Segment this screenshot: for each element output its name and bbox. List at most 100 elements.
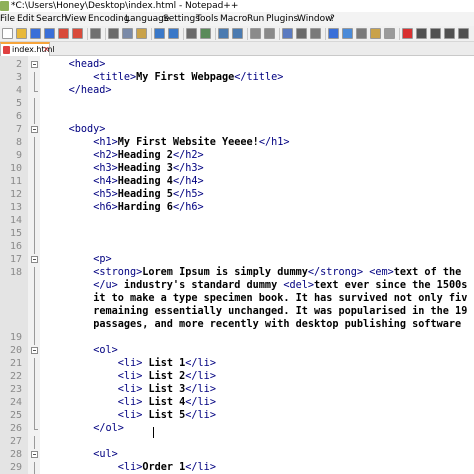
code-line[interactable]: remaining essentially unchanged. It was … [0, 305, 474, 319]
html-tag-token: <h2> [93, 150, 118, 161]
close-all-icon[interactable] [72, 28, 83, 39]
menu-tools[interactable]: Tools [196, 12, 218, 26]
line-number: 10 [9, 163, 22, 174]
doc-map-icon[interactable] [342, 28, 353, 39]
indent-guide-icon[interactable] [310, 28, 321, 39]
code-line[interactable]: it to make a type specimen book. It has … [0, 292, 474, 306]
function-list-icon[interactable] [356, 28, 367, 39]
code-line[interactable]: 6 [0, 110, 474, 124]
line-number: 2 [15, 59, 22, 70]
code-line[interactable]: </u> industry's standard dummy <del>text… [0, 279, 474, 293]
html-tag-token: </h2> [172, 150, 204, 161]
zoom-out-icon[interactable] [232, 28, 243, 39]
code-line[interactable]: 8 <h1>My First Website Yeeee!</h1> [0, 136, 474, 150]
code-line[interactable]: 29 <li>Order 1</li> [0, 461, 474, 474]
save-macro-icon[interactable] [458, 28, 469, 39]
menu-plugins[interactable]: Plugins [266, 12, 298, 26]
copy-icon[interactable] [122, 28, 133, 39]
html-tag-token: <ul> [93, 449, 118, 460]
code-line[interactable]: 2 <head> [0, 58, 474, 71]
code-line[interactable]: 19 [0, 331, 474, 345]
html-tag-token: </li> [185, 371, 216, 382]
find-icon[interactable] [186, 28, 197, 39]
html-tag-token: </h5> [172, 189, 204, 200]
fold-toggle-icon[interactable] [31, 256, 38, 263]
code-line[interactable]: 15 [0, 227, 474, 241]
code-line[interactable]: 5 [0, 97, 474, 111]
code-line[interactable]: 23 <li> List 3</li> [0, 383, 474, 397]
fold-toggle-icon[interactable] [31, 347, 38, 354]
menu-macro[interactable]: Macro [220, 12, 247, 26]
save-icon[interactable] [30, 28, 41, 39]
code-text: <h3>Heading 3</h3> [93, 162, 203, 175]
code-line[interactable]: 14 [0, 214, 474, 228]
save-all-icon[interactable] [44, 28, 55, 39]
code-line[interactable]: 28 <ul> [0, 448, 474, 461]
menu-run[interactable]: Run [247, 12, 264, 26]
tab-close-icon[interactable]: ✕ [43, 45, 50, 55]
paste-icon[interactable] [136, 28, 147, 39]
sync-horizontal-icon[interactable] [264, 28, 275, 39]
code-line[interactable]: 10 <h3>Heading 3</h3> [0, 162, 474, 176]
line-number: 7 [15, 124, 22, 135]
sync-vertical-icon[interactable] [250, 28, 261, 39]
code-line[interactable]: 21 <li> List 1</li> [0, 357, 474, 371]
code-line[interactable]: 12 <h5>Heading 5</h5> [0, 188, 474, 202]
code-line[interactable]: 3 <title>My First Webpage</title> [0, 71, 474, 85]
code-line[interactable]: passages, and more recently with desktop… [0, 318, 474, 332]
code-line[interactable]: 20 <ol> [0, 344, 474, 357]
line-number: 19 [9, 332, 22, 343]
line-number: 26 [9, 423, 22, 434]
html-tag-token: <li> [117, 397, 143, 408]
toolbar-separator [247, 28, 248, 40]
code-line[interactable]: 17 <p> [0, 253, 474, 266]
folder-workspace-icon[interactable] [370, 28, 381, 39]
code-line[interactable]: 4 </head> [0, 84, 474, 97]
code-line[interactable]: 18 <strong>Lorem Ipsum is simply dummy</s… [0, 266, 474, 280]
menu-edit[interactable]: Edit [17, 12, 34, 26]
code-line[interactable]: 27 [0, 435, 474, 449]
show-all-chars-icon[interactable] [296, 28, 307, 39]
code-line[interactable]: 26 </ol> [0, 422, 474, 435]
replace-icon[interactable] [200, 28, 211, 39]
run-macro-multiple-icon[interactable] [444, 28, 455, 39]
code-line[interactable]: 7 <body> [0, 123, 474, 136]
menu-search[interactable]: Search [36, 12, 67, 26]
code-line[interactable]: 24 <li> List 4</li> [0, 396, 474, 410]
new-file-icon[interactable] [2, 28, 13, 39]
tab-index-html[interactable]: index.html ✕ [0, 42, 55, 56]
menu-file[interactable]: File [0, 12, 15, 26]
cut-icon[interactable] [108, 28, 119, 39]
redo-icon[interactable] [168, 28, 179, 39]
language-icon[interactable] [328, 28, 339, 39]
fold-line-icon [31, 306, 38, 319]
html-tag-token: <h5> [93, 189, 118, 200]
play-macro-icon[interactable] [430, 28, 441, 39]
fold-line-icon [31, 98, 38, 111]
code-line[interactable]: 11 <h4>Heading 4</h4> [0, 175, 474, 189]
fold-toggle-icon[interactable] [31, 61, 38, 68]
stop-macro-icon[interactable] [416, 28, 427, 39]
fold-toggle-icon[interactable] [31, 126, 38, 133]
code-line[interactable]: 16 [0, 240, 474, 254]
code-editor[interactable]: 2 <head> 3 <title>My First Webpage</title> 4… [0, 56, 474, 474]
menu-settings[interactable]: Settings [163, 12, 200, 26]
zoom-in-icon[interactable] [218, 28, 229, 39]
monitoring-icon[interactable] [384, 28, 395, 39]
code-line[interactable]: 9 <h2>Heading 2</h2> [0, 149, 474, 163]
code-line[interactable]: 13 <h6>Harding 6</h6> [0, 201, 474, 215]
undo-icon[interactable] [154, 28, 165, 39]
code-line[interactable]: 22 <li> List 2</li> [0, 370, 474, 384]
line-number: 23 [9, 384, 22, 395]
close-icon[interactable] [58, 28, 69, 39]
menu-help[interactable]: ? [330, 12, 335, 26]
record-macro-icon[interactable] [402, 28, 413, 39]
menu-view[interactable]: View [65, 12, 86, 26]
print-icon[interactable] [90, 28, 101, 39]
menu-encoding[interactable]: Encoding [88, 12, 129, 26]
code-line[interactable]: 25 <li> List 5</li> [0, 409, 474, 423]
menu-window[interactable]: Window [297, 12, 333, 26]
fold-toggle-icon[interactable] [31, 451, 38, 458]
open-file-icon[interactable] [16, 28, 27, 39]
word-wrap-icon[interactable] [282, 28, 293, 39]
